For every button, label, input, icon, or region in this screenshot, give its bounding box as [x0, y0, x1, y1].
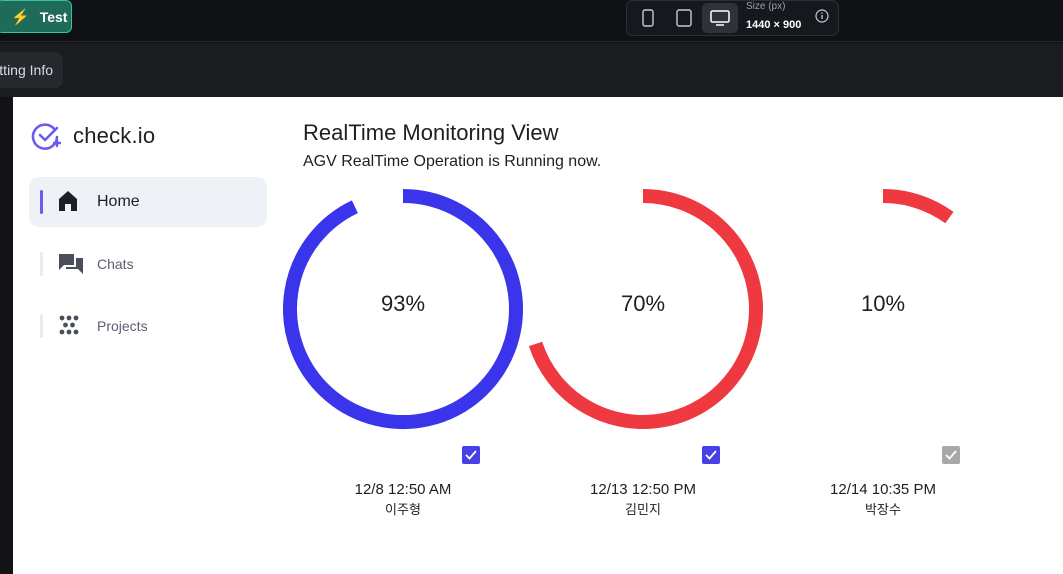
checkmark-icon: [465, 450, 477, 460]
active-indicator: [40, 190, 43, 214]
info-icon[interactable]: [815, 9, 829, 23]
sidebar-item-label: Home: [97, 193, 140, 210]
gauge-percent: 93%: [380, 291, 426, 316]
gauge-card: 10%: [763, 187, 1003, 431]
tablet-icon: [676, 9, 692, 27]
gauge-person: 김민지: [625, 502, 661, 517]
size-label: Size (px): [746, 1, 786, 12]
sidebar-item-label: Projects: [97, 318, 148, 334]
gauge-card: 70%: [523, 187, 763, 431]
chats-icon: [59, 254, 83, 274]
brand[interactable]: check.io: [31, 121, 155, 151]
gauge-date: 12/14 10:35 PM: [830, 481, 936, 498]
page-subtitle: AGV RealTime Operation is Running now.: [303, 153, 602, 170]
gauge-checkbox[interactable]: [702, 446, 720, 464]
test-button[interactable]: ⚡ Test: [0, 0, 72, 33]
bolt-icon: ⚡: [11, 8, 30, 26]
home-icon: [59, 191, 77, 211]
checkmark-icon: [945, 450, 957, 460]
check-logo-icon: [31, 123, 61, 150]
inactive-indicator: [40, 314, 43, 338]
gauge-arc: [882, 189, 954, 224]
desktop-device-button[interactable]: [702, 3, 738, 33]
editor-toolbar: ⚡ Test Size (px) 1440 × 900: [0, 0, 1063, 42]
setting-info-label: Setting Info: [0, 62, 53, 78]
mobile-icon: [642, 9, 654, 27]
gauge-date: 12/8 12:50 AM: [354, 481, 452, 498]
desktop-icon: [710, 10, 730, 26]
gauge-percent: 70%: [620, 291, 666, 316]
tablet-device-button[interactable]: [666, 3, 702, 33]
device-size-selector: Size (px) 1440 × 900: [626, 0, 839, 36]
sidebar-item-home[interactable]: Home: [29, 177, 267, 227]
app-canvas: check.io Home Chats Projects RealTime Mo…: [13, 97, 1063, 574]
test-button-label: Test: [39, 8, 68, 25]
mobile-device-button[interactable]: [630, 3, 666, 33]
sidebar-item-chats[interactable]: Chats: [29, 239, 267, 289]
gauge-date: 12/13 12:50 PM: [590, 481, 696, 498]
inactive-indicator: [40, 252, 43, 276]
gauge-checkbox[interactable]: [462, 446, 480, 464]
gauge-percent: 10%: [860, 291, 906, 316]
sidebar-item-projects[interactable]: Projects: [29, 301, 267, 351]
editor-secondary-bar: [0, 43, 1063, 97]
brand-name: check.io: [73, 123, 156, 148]
page-title: RealTime Monitoring View: [303, 120, 559, 145]
gauge-card: 93%: [283, 187, 523, 431]
size-value: 1440 × 900: [746, 19, 802, 31]
checkmark-icon: [705, 450, 717, 460]
gauge-person: 박장수: [865, 502, 901, 517]
sidebar-item-label: Chats: [97, 256, 134, 272]
setting-info-tab[interactable]: Setting Info: [0, 52, 63, 88]
projects-icon: [59, 315, 79, 335]
gauge-checkbox[interactable]: [942, 446, 960, 464]
gauge-person: 이주형: [385, 502, 421, 517]
